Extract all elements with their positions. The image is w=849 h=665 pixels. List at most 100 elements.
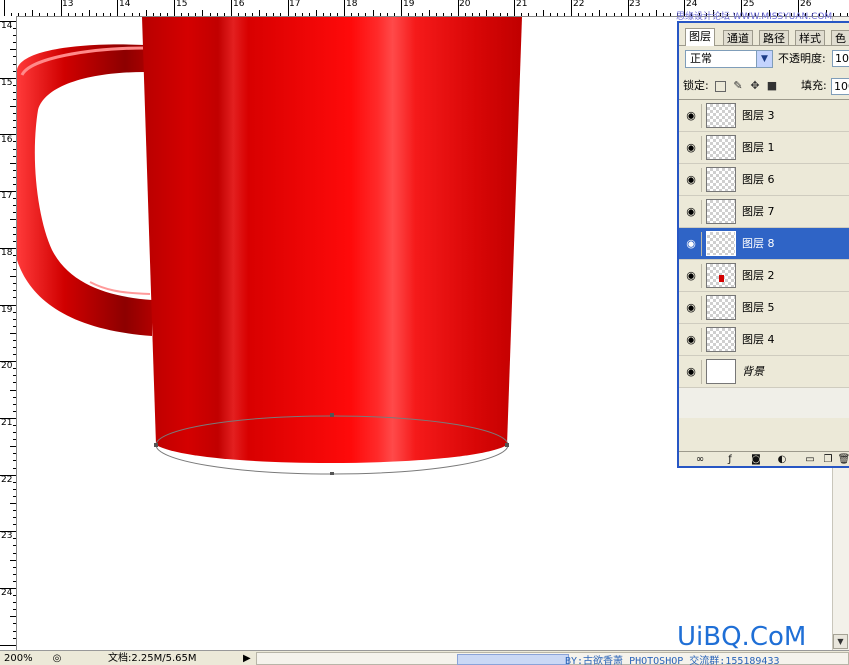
layer-name: 图层 5 [742, 301, 775, 314]
ruler-top-number: 23 [629, 0, 641, 9]
layer-name: 图层 7 [742, 205, 775, 218]
path-anchor-left[interactable] [154, 443, 158, 447]
ruler-left-number: 19 [1, 305, 13, 315]
photoshop-window: 13 14 15 16 17 18 19 20 21 22 23 24 25 2… [0, 0, 849, 665]
layer-row-background[interactable]: ◉ 背景 [679, 356, 849, 388]
blend-mode-value: 正常 [690, 52, 712, 65]
scroll-down-button[interactable]: ▼ [833, 634, 848, 649]
ruler-top-number: 16 [233, 0, 245, 9]
ruler-left-number: 20 [1, 361, 13, 371]
layer-name: 图层 2 [742, 269, 775, 282]
lock-move-icon[interactable]: ✥ [749, 80, 761, 92]
lock-label: 锁定: [683, 79, 709, 92]
ruler-left-number: 17 [1, 191, 13, 201]
new-group-icon[interactable]: ▭ [803, 454, 817, 466]
layer-row[interactable]: ◉ 图层 1 [679, 132, 849, 164]
add-mask-icon[interactable]: ◙ [749, 454, 763, 466]
layers-panel-footer: ∞ ƒ ◙ ◐ ▭ ❐ 🗑 [679, 451, 849, 466]
eye-icon[interactable]: ◉ [684, 333, 698, 347]
layer-row[interactable]: ◉ 图层 3 [679, 100, 849, 132]
watermark-top: 思缘设计论坛 WWW.MISSYUAN.COM [676, 12, 833, 22]
lock-all-icon[interactable]: ■ [766, 80, 778, 92]
mug-body [142, 17, 522, 464]
fill-input[interactable]: 100 [831, 78, 849, 95]
vertical-ruler[interactable]: 14 15 16 17 18 19 20 21 22 23 24 [0, 16, 17, 650]
path-anchor-bottom[interactable] [330, 472, 334, 475]
panel-tabs: 图层 通道 路径 样式 色 [679, 28, 849, 46]
chevron-down-icon[interactable]: ▼ [756, 51, 772, 67]
ruler-left-number: 21 [1, 418, 13, 428]
ruler-ticks-left [0, 21, 16, 646]
layer-name: 图层 3 [742, 109, 775, 122]
layer-name: 图层 1 [742, 141, 775, 154]
path-anchor-right[interactable] [505, 443, 509, 447]
ruler-top-number: 19 [403, 0, 415, 9]
layer-row-selected[interactable]: ◉ 图层 8 [679, 228, 849, 260]
eye-icon[interactable]: ◉ [684, 237, 698, 251]
ruler-top-number: 17 [289, 0, 301, 9]
tab-styles[interactable]: 样式 [795, 30, 825, 45]
layers-panel: 图层 通道 路径 样式 色 正常 ▼ 不透明度: 100 锁定: ✎ ✥ ■ 填… [677, 21, 849, 468]
eye-icon[interactable]: ◉ [684, 301, 698, 315]
opacity-input[interactable]: 100 [832, 50, 849, 67]
eye-icon[interactable]: ◉ [684, 365, 698, 379]
ruler-left-number: 14 [1, 21, 13, 31]
status-menu-arrow-icon[interactable]: ▶ [243, 651, 251, 665]
red-content-mark [719, 275, 724, 282]
layer-thumbnail [706, 199, 736, 224]
path-anchor-top[interactable] [330, 413, 334, 417]
ruler-top-number: 14 [119, 0, 131, 9]
layer-name: 图层 8 [742, 237, 775, 250]
ruler-left-number: 23 [1, 531, 13, 541]
watermark-logo: UiBQ.CoM [677, 622, 807, 652]
opacity-label: 不透明度: [778, 52, 826, 65]
adjustment-layer-icon[interactable]: ◐ [775, 454, 789, 466]
lock-paint-icon[interactable]: ✎ [732, 80, 744, 92]
delete-layer-icon[interactable]: 🗑 [837, 454, 849, 466]
layer-row[interactable]: ◉ 图层 5 [679, 292, 849, 324]
layer-row[interactable]: ◉ 图层 6 [679, 164, 849, 196]
ruler-top-number: 22 [573, 0, 585, 9]
layer-thumbnail [706, 231, 736, 256]
tab-channels[interactable]: 通道 [723, 30, 753, 45]
tab-paths[interactable]: 路径 [759, 30, 789, 45]
ruler-top-number: 20 [459, 0, 471, 9]
layer-thumbnail [706, 359, 736, 384]
layer-name: 图层 6 [742, 173, 775, 186]
ruler-left-number: 18 [1, 248, 13, 258]
layer-thumbnail [706, 103, 736, 128]
link-layers-icon[interactable]: ∞ [693, 454, 707, 466]
layer-row[interactable]: ◉ 图层 2 [679, 260, 849, 292]
ruler-left-number: 15 [1, 78, 13, 88]
layer-thumbnail [706, 295, 736, 320]
eye-icon[interactable]: ◉ [684, 173, 698, 187]
zoom-level[interactable]: 200% [4, 651, 33, 665]
layer-thumbnail [706, 263, 736, 288]
ruler-top-number: 18 [346, 0, 358, 9]
layer-row[interactable]: ◉ 图层 7 [679, 196, 849, 228]
horizontal-scroll-thumb[interactable] [457, 654, 569, 665]
layer-thumbnail [706, 135, 736, 160]
ruler-top-number: 26 [800, 0, 812, 9]
ruler-left-number: 22 [1, 475, 13, 485]
blend-mode-select[interactable]: 正常 ▼ [685, 50, 773, 68]
layer-name: 图层 4 [742, 333, 775, 346]
ruler-top-number: 21 [516, 0, 528, 9]
ruler-top-number: 13 [62, 0, 74, 9]
ruler-top-number: 25 [743, 0, 755, 9]
eye-icon[interactable]: ◉ [684, 269, 698, 283]
tab-layers[interactable]: 图层 [685, 28, 715, 46]
new-layer-icon[interactable]: ❐ [821, 454, 835, 466]
lock-transparency-icon[interactable] [715, 81, 726, 92]
status-nav-icon[interactable]: ◎ [50, 651, 64, 665]
layer-style-icon[interactable]: ƒ [723, 454, 737, 466]
ruler-top-number: 15 [176, 0, 188, 9]
eye-icon[interactable]: ◉ [684, 205, 698, 219]
layer-thumbnail [706, 167, 736, 192]
eye-icon[interactable]: ◉ [684, 141, 698, 155]
layer-list: ◉ 图层 3 ◉ 图层 1 ◉ 图层 6 ◉ 图层 7 ◉ 图层 8 ◉ 图层 … [679, 99, 849, 418]
tab-color[interactable]: 色 [831, 30, 849, 45]
layer-row[interactable]: ◉ 图层 4 [679, 324, 849, 356]
eye-icon[interactable]: ◉ [684, 109, 698, 123]
layer-name: 背景 [742, 365, 764, 378]
